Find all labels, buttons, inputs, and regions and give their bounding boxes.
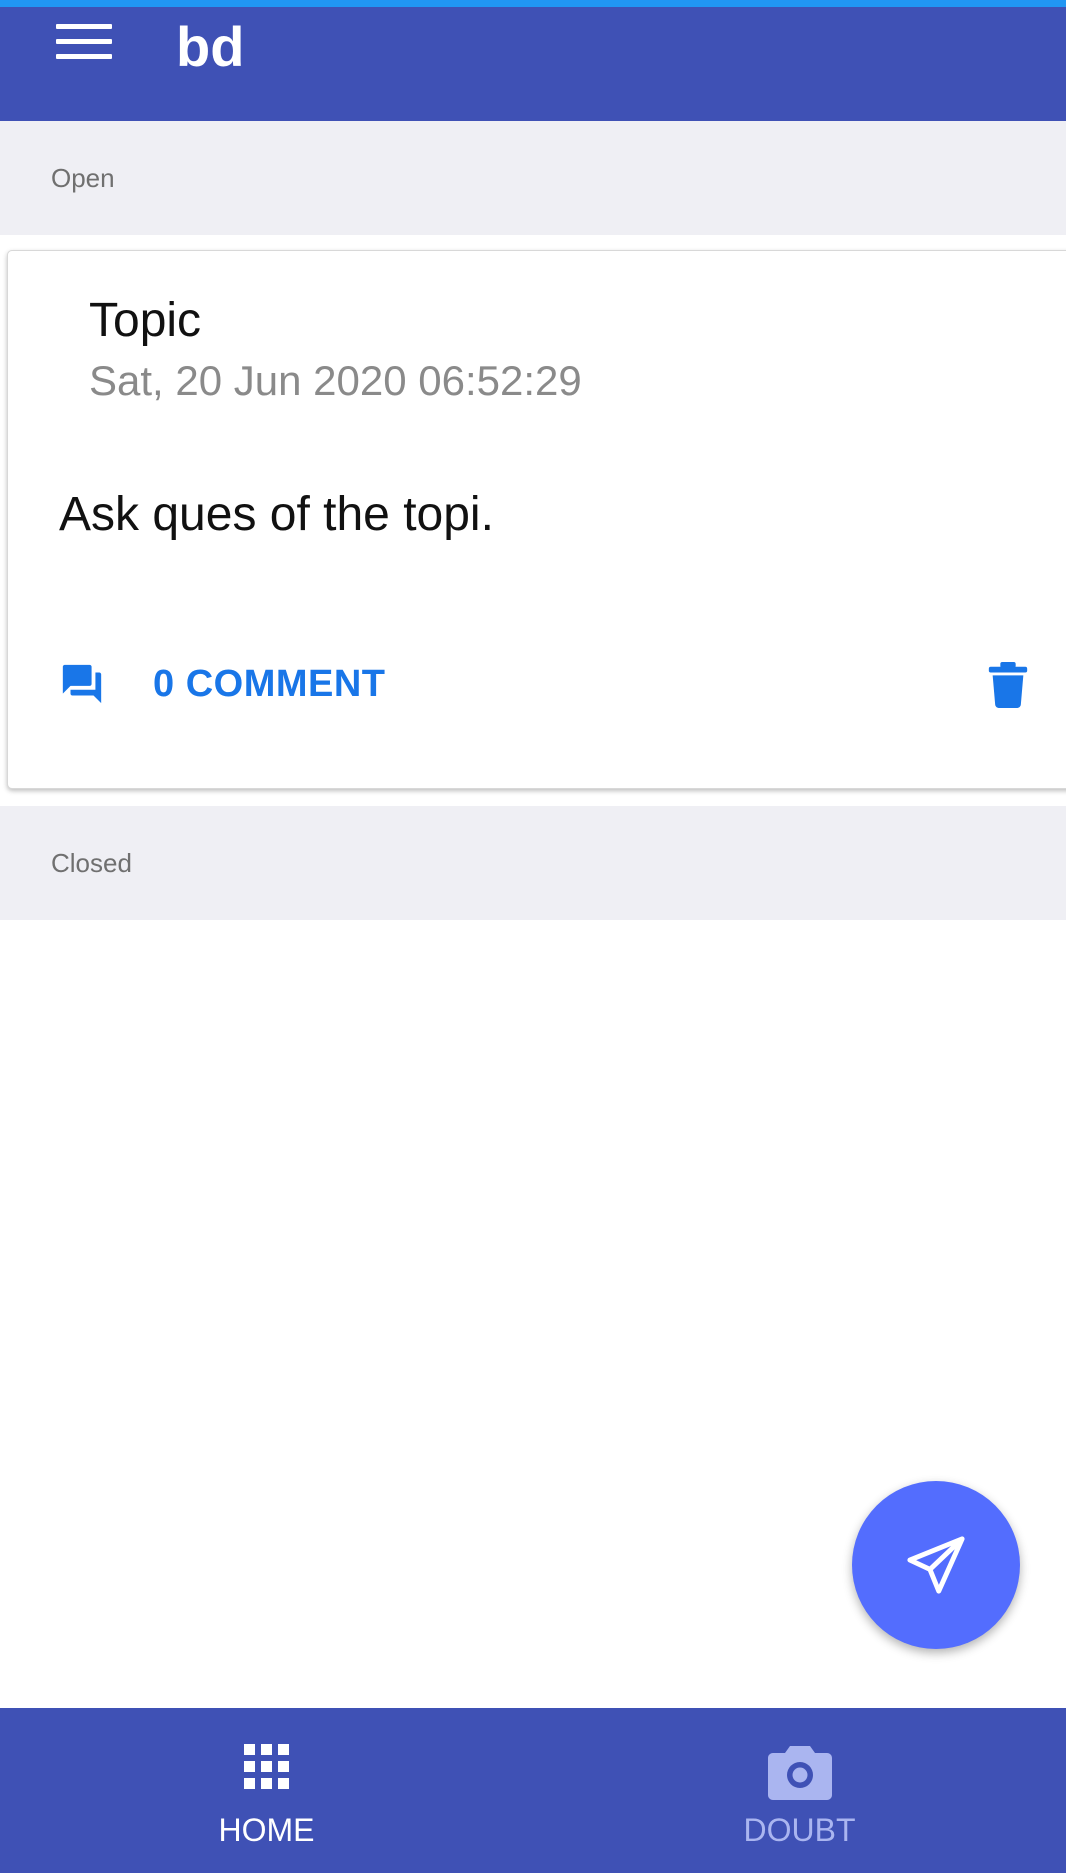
page-title: bd: [176, 15, 245, 78]
section-label-open: Open: [51, 163, 115, 193]
card-title: Topic: [89, 294, 202, 347]
card-body: Ask ques of the topi.: [59, 488, 494, 541]
status-accent-bar: [0, 0, 1066, 7]
card-date: Sat, 20 Jun 2020 06:52:29: [89, 357, 582, 404]
menu-icon[interactable]: [56, 20, 112, 64]
doubt-card[interactable]: Topic Sat, 20 Jun 2020 06:52:29 Ask ques…: [7, 250, 1066, 789]
camera-icon: [767, 1746, 832, 1800]
nav-tab-home[interactable]: HOME: [0, 1708, 533, 1873]
nav-label-doubt: DOUBT: [743, 1812, 856, 1848]
section-header-open: Open: [0, 121, 1066, 235]
comment-button[interactable]: 0 COMMENT: [59, 656, 386, 712]
nav-label-home: HOME: [218, 1812, 315, 1848]
bottom-navigation: HOME DOUBT: [0, 1708, 1066, 1873]
send-icon: [907, 1536, 965, 1594]
send-fab-button[interactable]: [852, 1481, 1020, 1649]
forum-icon: [62, 664, 102, 704]
nav-tab-doubt[interactable]: DOUBT: [533, 1708, 1066, 1873]
section-label-closed: Closed: [51, 848, 132, 878]
comment-count-label: 0 COMMENT: [153, 662, 386, 705]
section-header-closed: Closed: [0, 806, 1066, 920]
trash-icon[interactable]: [988, 662, 1028, 708]
apps-grid-icon: [243, 1744, 289, 1789]
app-bar: bd: [0, 7, 1066, 121]
